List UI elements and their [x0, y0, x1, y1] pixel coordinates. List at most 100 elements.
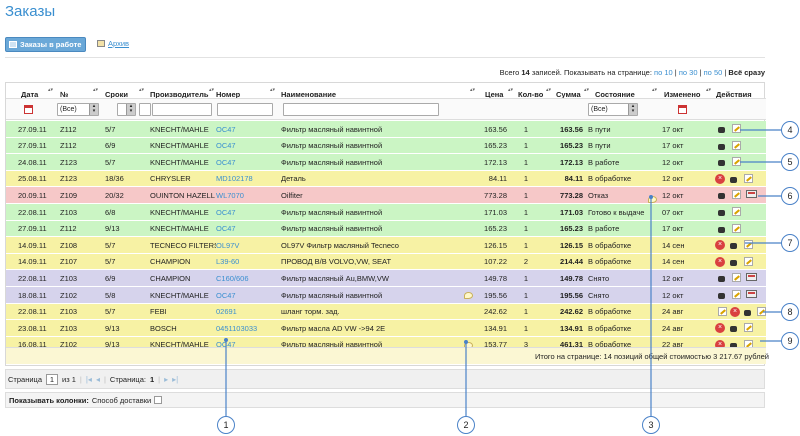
document-icon[interactable] — [746, 273, 757, 282]
cart-icon[interactable] — [718, 276, 725, 283]
delete-icon[interactable]: × — [715, 323, 725, 334]
sort-icon[interactable]: ▴▾ — [584, 87, 589, 93]
edit-icon[interactable] — [732, 207, 741, 216]
document-icon[interactable] — [746, 190, 757, 199]
next-page-icon[interactable]: ▸ — [164, 375, 168, 384]
cell-number[interactable]: 0451103033 — [216, 320, 278, 336]
page-size-30-link[interactable]: по 30 — [679, 68, 698, 77]
page-size-50-link[interactable]: по 50 — [704, 68, 723, 77]
table-row[interactable]: 24.08.11 Z123 5/7 KNECHT/MAHLE OC47 Фильтр ма… — [6, 154, 766, 171]
edit-icon[interactable] — [732, 190, 741, 200]
cell-number[interactable]: WL7070 — [216, 187, 278, 203]
table-row[interactable]: 14.09.11 Z107 5/7 CHAMPION L39-60 ПРОВОД В/В … — [6, 253, 766, 271]
edit-icon[interactable] — [732, 223, 741, 233]
cell-number[interactable]: OC47 — [216, 221, 278, 237]
status-filter-select[interactable]: (Все) ▴ ▾ — [588, 103, 638, 116]
cell-number[interactable]: OC47 — [216, 287, 278, 303]
edit-icon[interactable] — [744, 240, 753, 250]
edit-icon[interactable] — [732, 290, 741, 299]
table-row[interactable]: 23.08.11 Z103 9/13 BOSCH 0451103033 Фильтр ма… — [6, 320, 766, 337]
sort-icon[interactable]: ▴▾ — [48, 87, 53, 93]
pager-page-input[interactable]: 1 — [46, 373, 58, 385]
cell-number[interactable]: OL97V — [216, 237, 278, 253]
sort-icon[interactable]: ▴▾ — [546, 87, 551, 93]
table-row[interactable]: 22.08.11 Z103 6/8 KNECHT/MAHLE OC47 Фильтр ма… — [6, 204, 766, 221]
cell-date: 24.08.11 — [18, 157, 47, 167]
sort-icon[interactable]: ▴▾ — [652, 87, 657, 93]
tab-archive[interactable]: Архив — [97, 39, 129, 48]
edit-icon[interactable] — [757, 306, 766, 316]
edit-icon[interactable] — [744, 173, 753, 183]
cart-icon[interactable] — [718, 293, 725, 299]
cart-icon[interactable] — [718, 193, 725, 200]
num-filter-select[interactable]: (Все) ▴ ▾ — [57, 103, 99, 116]
cart-icon[interactable] — [730, 259, 737, 266]
comment-icon[interactable] — [464, 292, 473, 299]
edit-icon[interactable] — [732, 140, 741, 150]
edit-icon[interactable] — [744, 323, 753, 333]
delete-icon[interactable]: × — [715, 240, 725, 251]
cart-icon[interactable] — [718, 226, 725, 233]
sort-icon[interactable]: ▴▾ — [706, 87, 711, 93]
cell-maker: FEBI — [150, 307, 167, 317]
terms-filter-input[interactable] — [139, 103, 151, 116]
table-row[interactable]: 22.08.11 Z103 6/9 CHAMPION C160/606 Фильтр ма… — [6, 270, 766, 287]
sort-icon[interactable]: ▴▾ — [139, 87, 144, 93]
table-row[interactable]: 14.09.11 Z108 5/7 TECNECO FILTERS OL97V OL97V… — [6, 237, 766, 254]
cell-number[interactable]: OC47 — [216, 154, 278, 170]
delete-icon[interactable]: × — [715, 173, 725, 184]
prev-page-icon[interactable]: ◂ — [96, 375, 100, 384]
spinner-icon[interactable]: ▴ ▾ — [628, 104, 637, 115]
sort-icon[interactable]: ▴▾ — [93, 87, 98, 93]
cell-number[interactable]: OC47 — [216, 121, 278, 137]
spinner-icon[interactable]: ▴ ▾ — [126, 104, 135, 115]
cell-number[interactable]: C160/606 — [216, 270, 278, 286]
terms-filter-select[interactable]: ▴ ▾ — [117, 103, 136, 116]
first-page-icon[interactable]: |◂ — [86, 375, 92, 384]
edit-icon[interactable] — [732, 157, 741, 167]
cell-number[interactable]: 02691 — [216, 304, 278, 320]
table-row[interactable]: 27.09.11 Z112 6/9 KNECHT/MAHLE OC47 Фильтр ма… — [6, 137, 766, 155]
cell-number[interactable]: OC47 — [216, 204, 278, 220]
delivery-checkbox[interactable] — [154, 396, 163, 404]
page-size-all[interactable]: Всё сразу — [728, 68, 765, 77]
maker-filter-input[interactable] — [152, 103, 212, 116]
delete-icon[interactable]: × — [730, 306, 740, 317]
calendar-icon[interactable] — [678, 105, 687, 114]
cart-icon[interactable] — [718, 143, 725, 150]
sort-icon[interactable]: ▴▾ — [270, 87, 275, 93]
edit-icon[interactable] — [732, 124, 741, 133]
cart-icon[interactable] — [730, 176, 737, 183]
spinner-icon[interactable]: ▴ ▾ — [89, 104, 98, 115]
last-page-icon[interactable]: ▸| — [172, 375, 178, 384]
cell-number[interactable]: L39-60 — [216, 254, 278, 270]
cart-icon[interactable] — [730, 243, 737, 250]
sort-icon[interactable]: ▴▾ — [470, 87, 475, 93]
cell-number[interactable]: MD102178 — [216, 171, 278, 187]
cart-icon[interactable] — [718, 160, 725, 167]
orders-icon — [9, 41, 17, 48]
cart-icon[interactable] — [718, 210, 725, 216]
table-row[interactable]: 20.09.11 Z109 20/32 OUINTON HAZELL WL7070 Oil… — [6, 187, 766, 204]
cart-icon[interactable] — [730, 326, 737, 333]
table-row[interactable]: 27.09.11 Z112 5/7 KNECHT/MAHLE OC47 Фильтр ма… — [6, 121, 766, 138]
sort-icon[interactable]: ▴▾ — [508, 87, 513, 93]
cell-number[interactable]: OC47 — [216, 138, 278, 154]
tab-orders-in-work[interactable]: Заказы в работе — [5, 37, 87, 52]
edit-icon[interactable] — [718, 306, 727, 316]
edit-icon[interactable] — [744, 256, 753, 266]
page-size-10-link[interactable]: по 10 — [654, 68, 673, 77]
table-row[interactable]: 25.08.11 Z123 18/36 CHRYSLER MD102178 Деталь 8… — [6, 170, 766, 188]
calendar-icon[interactable] — [24, 105, 33, 114]
document-icon[interactable] — [746, 290, 757, 298]
delete-icon[interactable]: × — [715, 256, 725, 267]
name-filter-input[interactable] — [283, 103, 439, 116]
cart-icon[interactable] — [718, 127, 725, 133]
edit-icon[interactable] — [732, 273, 741, 283]
table-row[interactable]: 27.09.11 Z112 9/13 KNECHT/MAHLE OC47 Фильтр м… — [6, 220, 766, 238]
sort-icon[interactable]: ▴▾ — [209, 87, 214, 93]
cart-icon[interactable] — [744, 309, 751, 316]
table-row[interactable]: 22.08.11 Z103 5/7 FEBI 02691 шланг торм. зад.… — [6, 303, 766, 321]
table-row[interactable]: 18.08.11 Z102 5/8 KNECHT/MAHLE OC47 Фильтр ма… — [6, 287, 766, 304]
number-filter-input[interactable] — [217, 103, 273, 116]
